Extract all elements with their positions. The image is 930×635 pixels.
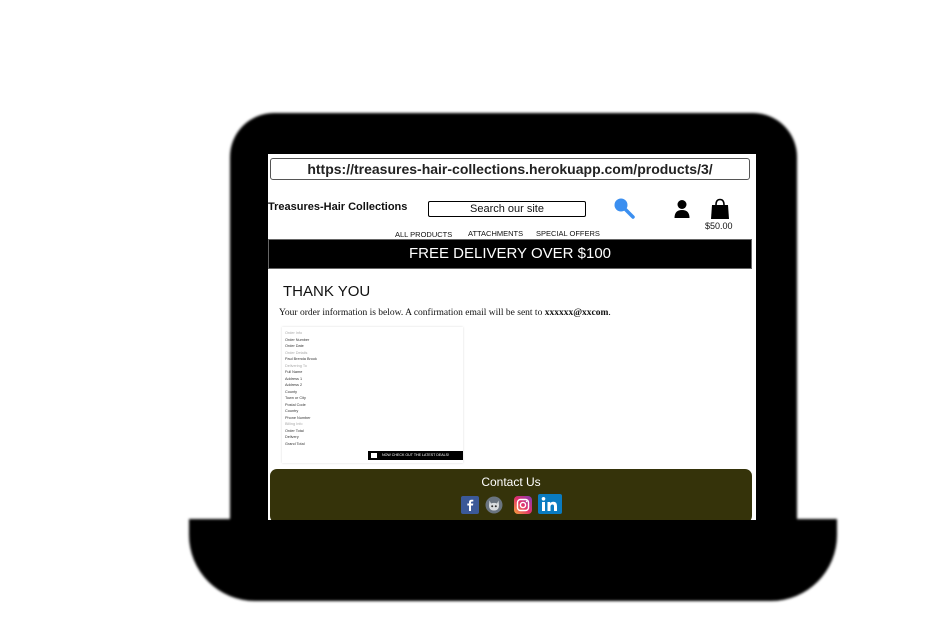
address-bar[interactable]: https://treasures-hair-collections.herok… — [270, 158, 750, 180]
facebook-icon[interactable] — [461, 496, 479, 514]
confirmation-message: Your order information is below. A confi… — [279, 308, 611, 318]
latest-deals-label: NOW CHECK OUT THE LATEST DEALS! — [382, 453, 450, 457]
order-row-label: Grand Total — [285, 441, 305, 446]
laptop-base — [189, 519, 837, 601]
laptop-screen: https://treasures-hair-collections.herok… — [268, 154, 756, 520]
order-summary-card: Order Info Order Number Order Date Order… — [282, 327, 463, 463]
confirmation-email: xxxxxx@xxcom — [544, 308, 609, 318]
order-row-label: Paul Brenda Brook — [285, 357, 317, 361]
footer: Contact Us — [270, 469, 752, 520]
order-row-label: Full Name — [285, 370, 303, 374]
order-row-label: Postal Code — [285, 402, 306, 407]
instagram-icon[interactable] — [514, 496, 532, 514]
order-row-label: Delivering To — [285, 363, 307, 368]
order-row-label: Country — [285, 409, 299, 413]
linkedin-icon[interactable] — [538, 494, 562, 514]
order-row-label: Town or City — [285, 396, 306, 400]
order-row-label: Order Number — [285, 337, 310, 342]
order-row-label: Billing Info — [285, 422, 303, 426]
order-row-label: Phone Number — [285, 415, 311, 420]
nav-attachments[interactable]: ATTACHMENTS — [468, 229, 523, 238]
order-row-label: Order Date — [285, 344, 304, 348]
order-row-label: Address 2 — [285, 383, 303, 387]
nav-special-offers[interactable]: SPECIAL OFFERS — [536, 229, 600, 238]
search-icon[interactable] — [613, 197, 635, 224]
github-icon[interactable] — [485, 496, 503, 514]
confirmation-text: Your order information is below. A confi… — [279, 308, 545, 318]
latest-deals-button[interactable]: NOW CHECK OUT THE LATEST DEALS! — [368, 451, 463, 460]
footer-title: Contact Us — [481, 475, 541, 489]
delivery-banner: FREE DELIVERY OVER $100 — [268, 239, 752, 269]
order-row-label: Order Details — [285, 350, 308, 355]
confirmation-end: . — [608, 308, 611, 318]
order-row-label: Order Info — [285, 331, 303, 335]
order-row-label: Delivery — [285, 435, 299, 439]
account-icon[interactable] — [674, 199, 690, 224]
page-title: THANK YOU — [283, 283, 371, 300]
bag-total[interactable]: $50.00 — [705, 221, 733, 231]
bag-icon — [371, 453, 377, 458]
order-row-label: Order Total — [285, 428, 304, 433]
site-brand[interactable]: Treasures-Hair Collections — [268, 201, 407, 213]
order-row-label: Address 1 — [285, 376, 303, 381]
search-input[interactable]: Search our site — [428, 201, 586, 217]
nav-all-products[interactable]: ALL PRODUCTS — [395, 230, 452, 239]
order-row-label: County — [285, 389, 298, 394]
